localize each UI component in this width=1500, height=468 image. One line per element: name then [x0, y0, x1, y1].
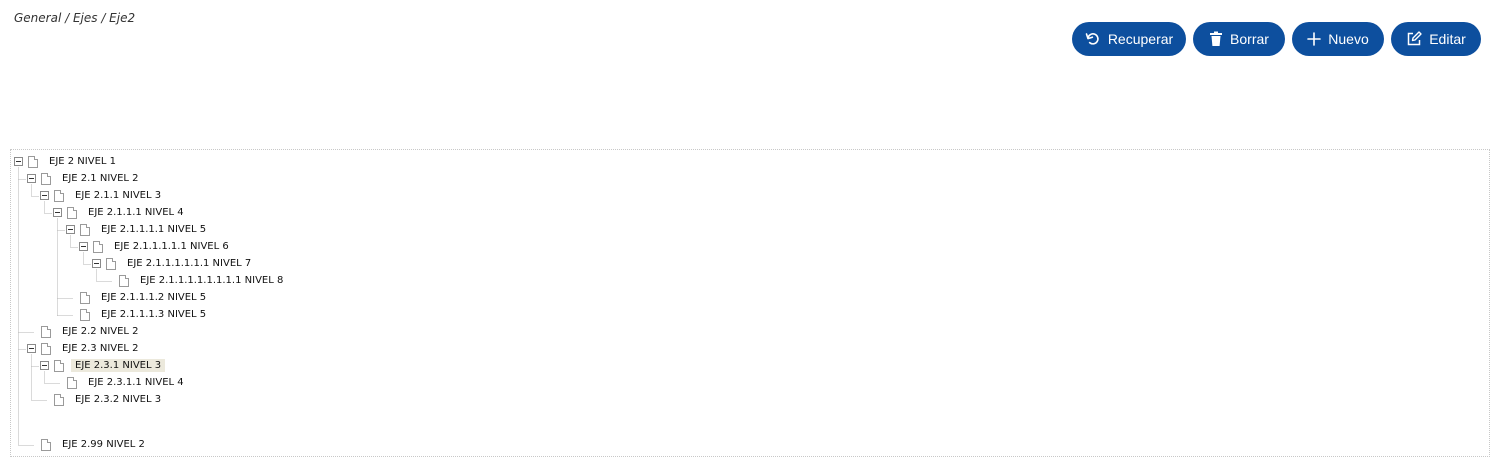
- collapse-toggle-icon[interactable]: [66, 225, 75, 234]
- tree-node-label[interactable]: EJE 2.3.2 NIVEL 3: [71, 393, 165, 406]
- editar-label: Editar: [1429, 31, 1466, 47]
- breadcrumb: General / Ejes / Eje2: [14, 11, 136, 25]
- tree-node[interactable]: EJE 2.2 NIVEL 2: [27, 324, 143, 339]
- tree-panel: EJE 2 NIVEL 1 EJE 2.1 NIVEL 2 EJE 2.1.1 NI…: [10, 149, 1490, 457]
- tree-node-label[interactable]: EJE 2.1.1.1.3 NIVEL 5: [97, 308, 210, 321]
- recuperar-button[interactable]: Recuperar: [1072, 22, 1186, 56]
- document-icon: [41, 325, 51, 338]
- borrar-button[interactable]: Borrar: [1193, 22, 1285, 56]
- document-icon: [54, 189, 64, 202]
- document-icon: [41, 172, 51, 185]
- tree-node[interactable]: EJE 2.99 NIVEL 2: [27, 437, 149, 452]
- tree-connector-lines: [18, 167, 112, 446]
- tree-node[interactable]: EJE 2.1.1.1.1 NIVEL 5: [66, 222, 210, 237]
- borrar-label: Borrar: [1230, 31, 1269, 47]
- document-icon: [41, 438, 51, 451]
- tree-node[interactable]: EJE 2.3 NIVEL 2: [27, 341, 143, 356]
- collapse-toggle-icon[interactable]: [14, 157, 23, 166]
- plus-icon: [1307, 32, 1322, 46]
- document-icon: [80, 223, 90, 236]
- edit-icon: [1406, 31, 1422, 47]
- tree-node[interactable]: EJE 2.1 NIVEL 2: [27, 171, 143, 186]
- tree-node-label[interactable]: EJE 2.1.1.1.1.1.1 NIVEL 7: [123, 257, 255, 270]
- collapse-toggle-icon[interactable]: [40, 361, 49, 370]
- tree-node[interactable]: EJE 2.3.1.1 NIVEL 4: [53, 375, 188, 390]
- editar-button[interactable]: Editar: [1391, 22, 1481, 56]
- tree-node[interactable]: EJE 2.1.1.1.1.1 NIVEL 6: [79, 239, 233, 254]
- tree-node-label[interactable]: EJE 2.3.1.1 NIVEL 4: [84, 376, 188, 389]
- tree-node-label[interactable]: EJE 2.3 NIVEL 2: [58, 342, 143, 355]
- tree-node-label[interactable]: EJE 2 NIVEL 1: [45, 155, 120, 168]
- tree-node[interactable]: EJE 2 NIVEL 1: [14, 154, 120, 169]
- collapse-toggle-icon[interactable]: [27, 174, 36, 183]
- collapse-toggle-icon[interactable]: [53, 208, 62, 217]
- tree-node-label[interactable]: EJE 2.1.1 NIVEL 3: [71, 189, 165, 202]
- document-icon: [93, 240, 103, 253]
- nuevo-label: Nuevo: [1328, 31, 1369, 47]
- document-icon: [41, 342, 51, 355]
- tree-node-label[interactable]: EJE 2.99 NIVEL 2: [58, 438, 149, 451]
- tree-node[interactable]: EJE 2.1.1.1.1.1.1.1.1 NIVEL 8: [105, 273, 287, 288]
- tree-node[interactable]: EJE 2.1.1.1.2 NIVEL 5: [66, 290, 210, 305]
- tree-node[interactable]: EJE 2.3.2 NIVEL 3: [40, 392, 165, 407]
- tree-node-label[interactable]: EJE 2.1.1.1 NIVEL 4: [84, 206, 188, 219]
- tree-node-label[interactable]: EJE 2.1.1.1.1 NIVEL 5: [97, 223, 210, 236]
- nuevo-button[interactable]: Nuevo: [1292, 22, 1384, 56]
- tree-node[interactable]: EJE 2.1.1.1.1.1.1 NIVEL 7: [92, 256, 255, 271]
- tree-node[interactable]: EJE 2.1.1.1 NIVEL 4: [53, 205, 188, 220]
- tree-node[interactable]: EJE 2.1.1 NIVEL 3: [40, 188, 165, 203]
- trash-icon: [1209, 31, 1223, 47]
- collapse-toggle-icon[interactable]: [40, 191, 49, 200]
- document-icon: [28, 155, 38, 168]
- tree-node-label[interactable]: EJE 2.1.1.1.1.1 NIVEL 6: [110, 240, 233, 253]
- tree-node-label[interactable]: EJE 2.2 NIVEL 2: [58, 325, 143, 338]
- document-icon: [80, 291, 90, 304]
- collapse-toggle-icon[interactable]: [79, 242, 88, 251]
- tree-node-label[interactable]: EJE 2.3.1 NIVEL 3: [71, 359, 166, 372]
- tree-node[interactable]: EJE 2.3.1 NIVEL 3: [40, 358, 166, 373]
- document-icon: [54, 359, 64, 372]
- document-icon: [119, 274, 129, 287]
- collapse-toggle-icon[interactable]: [27, 344, 36, 353]
- undo-icon: [1085, 31, 1101, 47]
- document-icon: [67, 376, 77, 389]
- document-icon: [80, 308, 90, 321]
- tree-node-label[interactable]: EJE 2.1.1.1.2 NIVEL 5: [97, 291, 210, 304]
- recuperar-label: Recuperar: [1107, 31, 1174, 47]
- document-icon: [54, 393, 64, 406]
- collapse-toggle-icon[interactable]: [92, 259, 101, 268]
- tree-node-label[interactable]: EJE 2.1 NIVEL 2: [58, 172, 143, 185]
- document-icon: [67, 206, 77, 219]
- tree-node-label[interactable]: EJE 2.1.1.1.1.1.1.1.1 NIVEL 8: [136, 274, 287, 287]
- document-icon: [106, 257, 116, 270]
- tree-node[interactable]: EJE 2.1.1.1.3 NIVEL 5: [66, 307, 210, 322]
- toolbar: Recuperar Borrar Nuevo Editar: [1072, 22, 1481, 56]
